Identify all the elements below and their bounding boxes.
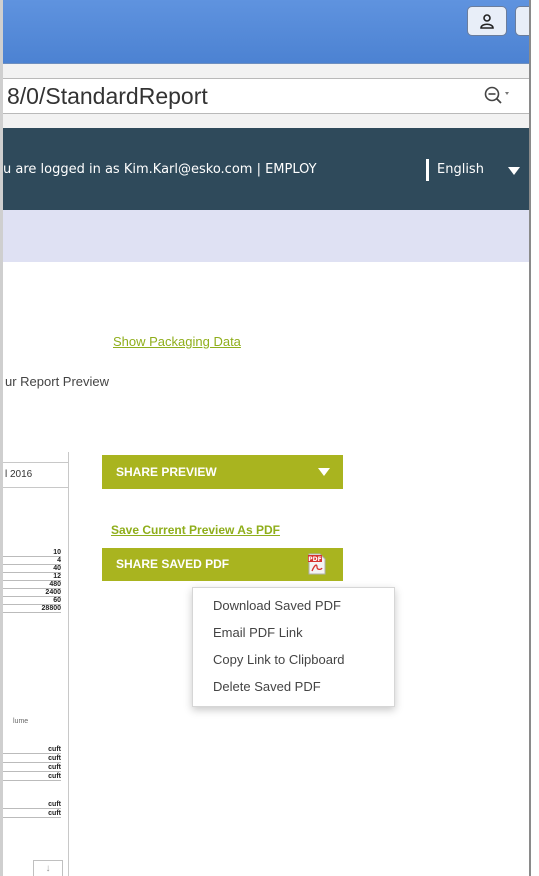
table-row: 60 (3, 597, 61, 605)
menu-item-delete-saved-pdf[interactable]: Delete Saved PDF (213, 679, 321, 694)
thumbnail-scroll-button[interactable]: ↓ (33, 860, 63, 876)
table-row: 12 (3, 573, 61, 581)
url-field[interactable]: 8/0/StandardReport (3, 78, 529, 114)
table-row: 28800 (3, 605, 61, 613)
share-preview-label: SHARE PREVIEW (116, 465, 217, 479)
zoom-out-icon[interactable] (484, 86, 510, 108)
show-packaging-data-link[interactable]: Show Packaging Data (113, 334, 241, 349)
table-row: 480 (3, 581, 61, 589)
window-outer-margin (531, 0, 539, 876)
share-saved-pdf-button[interactable]: SHARE SAVED PDF PDF (102, 548, 343, 581)
chevron-down-icon (318, 468, 330, 476)
table-row: cuft (3, 763, 61, 772)
language-selector[interactable]: English (437, 162, 484, 177)
table-row: cuft (3, 809, 61, 818)
site-header: u are logged in as Kim.Karl@esko.com | E… (3, 128, 529, 210)
user-account-button[interactable] (467, 6, 507, 36)
table-row: 40 (3, 565, 61, 573)
sub-header-band (3, 210, 529, 262)
table-row: 2400 (3, 589, 61, 597)
share-preview-button[interactable]: SHARE PREVIEW (102, 455, 343, 489)
table-row: 4 (3, 557, 61, 565)
share-saved-pdf-menu: Download Saved PDF Email PDF Link Copy L… (192, 587, 395, 707)
menu-item-copy-link[interactable]: Copy Link to Clipboard (213, 652, 345, 667)
logged-in-as-text: u are logged in as Kim.Karl@esko.com | E… (3, 162, 317, 177)
table-row: 10 (3, 549, 61, 557)
user-icon (480, 14, 494, 29)
table-row: cuft (3, 754, 61, 763)
browser-title-bar (3, 0, 539, 64)
table-row: cuft (3, 800, 61, 809)
pdf-file-icon: PDF (308, 553, 326, 575)
menu-item-email-pdf-link[interactable]: Email PDF Link (213, 625, 303, 640)
menu-item-download-saved-pdf[interactable]: Download Saved PDF (213, 598, 341, 613)
thumbnail-header: l 2016 (3, 462, 69, 488)
volume-column-header: lume (13, 718, 29, 725)
table-row: cuft (3, 745, 61, 754)
report-preview-thumbnail[interactable]: l 2016 10 4 40 12 480 2400 60 28800 lume… (3, 452, 69, 876)
chevron-down-icon[interactable] (508, 167, 520, 175)
save-preview-as-pdf-link[interactable]: Save Current Preview As PDF (111, 523, 280, 537)
share-saved-pdf-label: SHARE SAVED PDF (116, 557, 230, 571)
browser-address-bar: 8/0/StandardReport (3, 64, 529, 128)
report-preview-text: ur Report Preview (5, 374, 110, 389)
svg-text:PDF: PDF (308, 556, 321, 563)
header-separator (426, 159, 429, 181)
table-row: cuft (3, 772, 61, 781)
